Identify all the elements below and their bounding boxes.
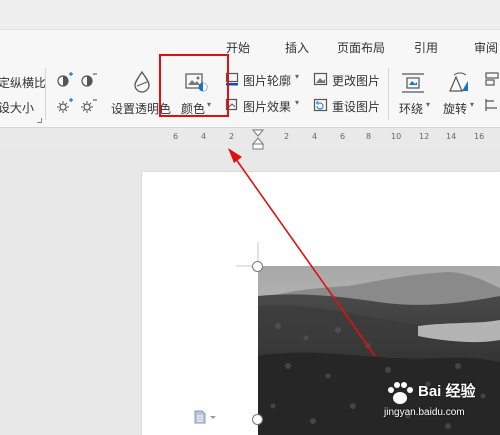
annotation-arrow	[228, 148, 376, 357]
watermark-title: Bai 经验	[418, 383, 476, 400]
watermark-url: jingyan.baidu.com	[384, 407, 465, 418]
paw-logo-icon	[388, 382, 413, 404]
